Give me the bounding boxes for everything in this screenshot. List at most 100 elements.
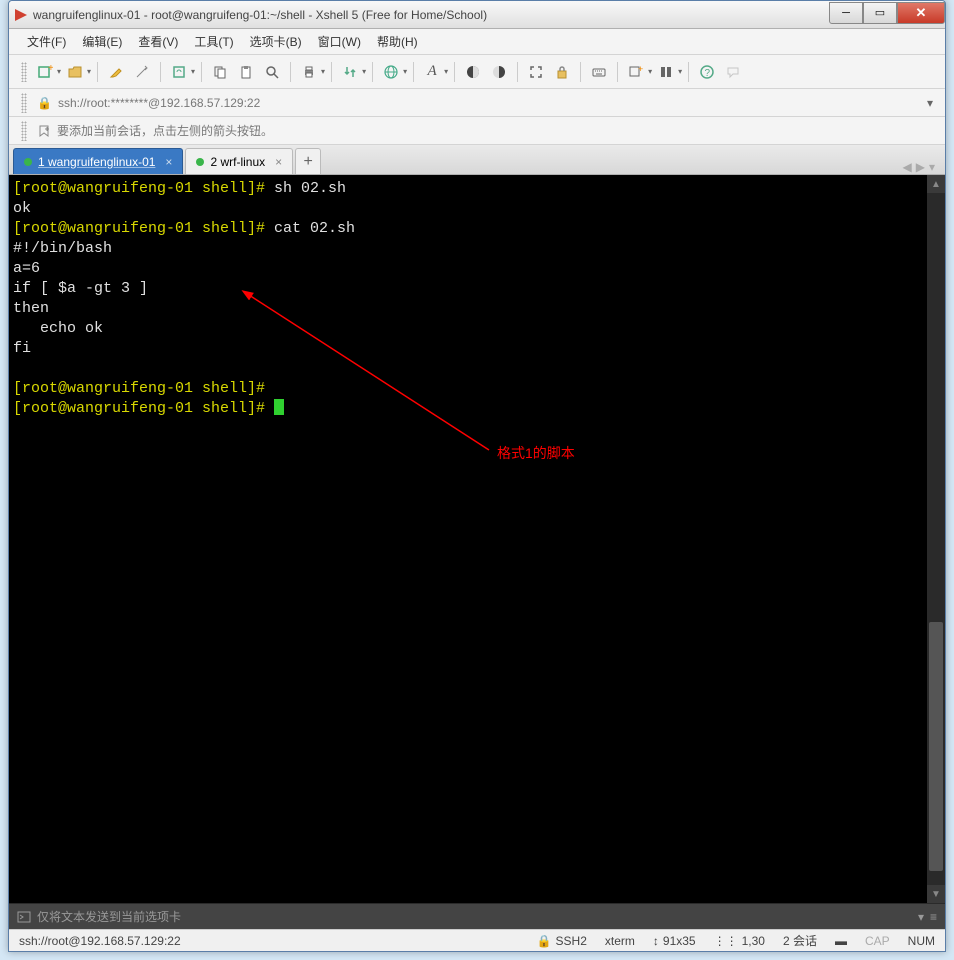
color-scheme-button[interactable]	[461, 60, 485, 84]
menu-view[interactable]: 查看(V)	[132, 30, 184, 53]
color-scheme2-button[interactable]	[487, 60, 511, 84]
paste-button[interactable]	[234, 60, 258, 84]
ssh-icon: 🔒	[537, 934, 552, 948]
tabbar: 1 wangruifenglinux-01 × 2 wrf-linux × + …	[9, 145, 945, 175]
titlebar: wangruifenglinux-01 - root@wangruifeng-0…	[9, 1, 945, 29]
terminal-scrollbar[interactable]: ▲ ▼	[927, 175, 945, 903]
tab-label: 2 wrf-linux	[210, 155, 265, 169]
dropdown-icon[interactable]: ▾	[87, 67, 91, 76]
svg-text:+: +	[48, 64, 53, 74]
menu-help[interactable]: 帮助(H)	[371, 30, 424, 53]
tab-add-button[interactable]: +	[295, 148, 321, 174]
inputbar-dropdown-icon[interactable]: ▾	[918, 910, 924, 924]
font-button[interactable]: A	[420, 60, 444, 84]
separator	[454, 62, 455, 82]
maximize-button[interactable]: ▭	[863, 2, 897, 24]
open-button[interactable]	[63, 60, 87, 84]
window-controls: ─ ▭ ✕	[829, 2, 945, 24]
inputbar-toggle-icon[interactable]: ≡	[930, 910, 937, 924]
separator	[97, 62, 98, 82]
tab-close-icon[interactable]: ×	[165, 155, 172, 169]
status-dot-icon	[24, 158, 32, 166]
window-title: wangruifenglinux-01 - root@wangruifeng-0…	[33, 8, 829, 22]
status-ssh: 🔒SSH2	[537, 934, 587, 948]
menu-tools[interactable]: 工具(T)	[188, 30, 239, 53]
input-mode-icon[interactable]	[17, 910, 31, 924]
menu-edit[interactable]: 编辑(E)	[76, 30, 128, 53]
reconnect-button[interactable]	[167, 60, 191, 84]
separator	[372, 62, 373, 82]
highlight-button[interactable]	[104, 60, 128, 84]
terminal-output[interactable]: [root@wangruifeng-01 shell]# sh 02.shok[…	[9, 175, 945, 423]
fullscreen-button[interactable]	[524, 60, 548, 84]
dropdown-icon[interactable]: ▾	[444, 67, 448, 76]
address-dropdown-icon[interactable]: ▾	[927, 96, 933, 110]
address-text[interactable]: ssh://root:********@192.168.57.129:22	[58, 96, 921, 110]
separator	[688, 62, 689, 82]
dropdown-icon[interactable]: ▾	[648, 67, 652, 76]
keyboard-button[interactable]	[587, 60, 611, 84]
separator	[331, 62, 332, 82]
dropdown-icon[interactable]: ▾	[57, 67, 61, 76]
layout-add-button[interactable]: +	[624, 60, 648, 84]
tab-label: 1 wangruifenglinux-01	[38, 155, 155, 169]
status-term: xterm	[605, 934, 635, 948]
dropdown-icon[interactable]: ▾	[321, 67, 325, 76]
new-session-button[interactable]: +	[33, 60, 57, 84]
minimize-button[interactable]: ─	[829, 2, 863, 24]
tab-wrf-linux[interactable]: 2 wrf-linux ×	[185, 148, 293, 174]
status-indicator-icon: ▬	[835, 934, 847, 948]
status-cap: CAP	[865, 934, 890, 948]
status-size: ↕91x35	[653, 934, 696, 948]
app-window: wangruifenglinux-01 - root@wangruifeng-0…	[8, 0, 946, 952]
dropdown-icon[interactable]: ▾	[362, 67, 366, 76]
separator	[413, 62, 414, 82]
addressbar: 🔒 ssh://root:********@192.168.57.129:22 …	[9, 89, 945, 117]
copy-button[interactable]	[208, 60, 232, 84]
scroll-down-icon[interactable]: ▼	[927, 885, 945, 903]
tab-menu-icon[interactable]: ▾	[929, 160, 935, 174]
separator	[160, 62, 161, 82]
wand-button[interactable]	[130, 60, 154, 84]
pos-icon: ⋮⋮	[714, 934, 738, 948]
tab-nav: ◀ ▶ ▾	[903, 160, 942, 174]
separator	[290, 62, 291, 82]
hintbar: 要添加当前会话，点击左侧的箭头按钮。	[9, 117, 945, 145]
toolbar-grip	[21, 62, 27, 82]
hint-text: 要添加当前会话，点击左侧的箭头按钮。	[57, 122, 273, 139]
dropdown-icon[interactable]: ▾	[403, 67, 407, 76]
menu-file[interactable]: 文件(F)	[21, 30, 72, 53]
terminal-area[interactable]: [root@wangruifeng-01 shell]# sh 02.shok[…	[9, 175, 945, 903]
scroll-up-icon[interactable]: ▲	[927, 175, 945, 193]
bookmark-icon[interactable]	[37, 124, 51, 138]
chat-button[interactable]	[721, 60, 745, 84]
separator	[580, 62, 581, 82]
tab-prev-icon[interactable]: ◀	[903, 160, 912, 174]
svg-text:?: ?	[705, 68, 711, 79]
statusbar: ssh://root@192.168.57.129:22 🔒SSH2 xterm…	[9, 929, 945, 951]
menu-window[interactable]: 窗口(W)	[312, 30, 367, 53]
scroll-thumb[interactable]	[929, 622, 943, 871]
tab-next-icon[interactable]: ▶	[916, 160, 925, 174]
dropdown-icon[interactable]: ▾	[678, 67, 682, 76]
hintbar-grip	[21, 121, 27, 141]
help-button[interactable]: ?	[695, 60, 719, 84]
transfer-button[interactable]	[338, 60, 362, 84]
size-icon: ↕	[653, 934, 659, 948]
toolbar: + ▾ ▾ ▾ ▾ ▾ ▾ A ▾ + ▾	[9, 55, 945, 89]
menu-tabs[interactable]: 选项卡(B)	[244, 30, 308, 53]
dropdown-icon[interactable]: ▾	[191, 67, 195, 76]
tab-close-icon[interactable]: ×	[275, 155, 282, 169]
inputbar-text: 仅将文本发送到当前选项卡	[37, 908, 181, 925]
separator	[617, 62, 618, 82]
print-button[interactable]	[297, 60, 321, 84]
search-button[interactable]	[260, 60, 284, 84]
close-button[interactable]: ✕	[897, 2, 945, 24]
lock-button[interactable]	[550, 60, 574, 84]
encoding-button[interactable]	[379, 60, 403, 84]
status-sessions: 2 会话	[783, 932, 817, 949]
tab-wangruifenglinux-01[interactable]: 1 wangruifenglinux-01 ×	[13, 148, 183, 174]
menubar: 文件(F) 编辑(E) 查看(V) 工具(T) 选项卡(B) 窗口(W) 帮助(…	[9, 29, 945, 55]
view-mode-button[interactable]	[654, 60, 678, 84]
inputbar: 仅将文本发送到当前选项卡 ▾ ≡	[9, 903, 945, 929]
